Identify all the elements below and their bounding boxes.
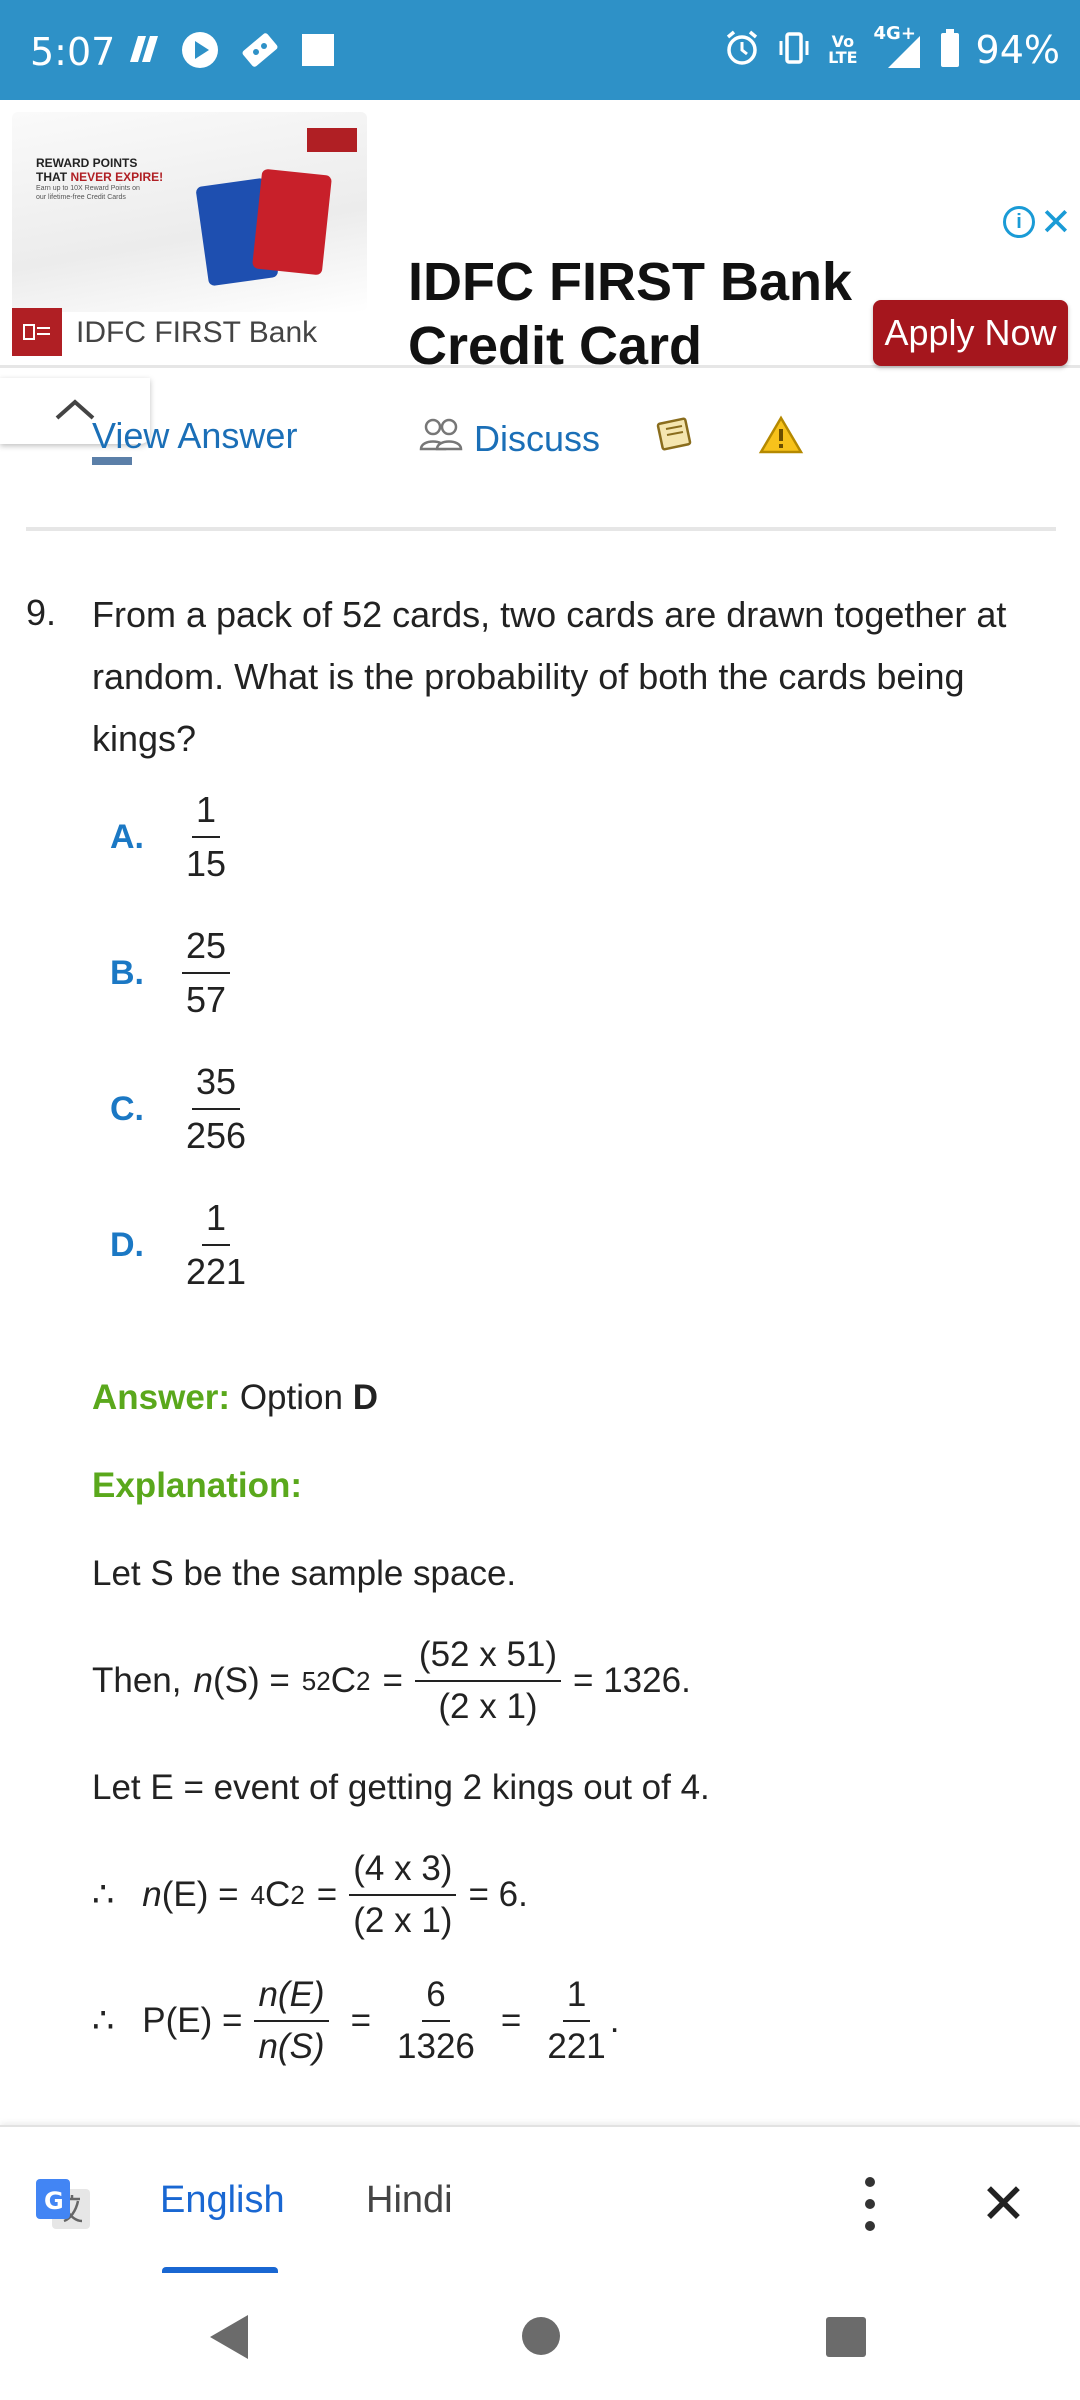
question-number: 9. bbox=[26, 592, 57, 633]
tab-hindi[interactable]: Hindi bbox=[366, 2179, 453, 2222]
recents-icon[interactable] bbox=[826, 2317, 866, 2357]
option-fraction: 35 256 bbox=[186, 1061, 247, 1156]
discuss-link[interactable]: Discuss bbox=[418, 415, 600, 462]
option-fraction: 25 57 bbox=[182, 924, 231, 1022]
option-b[interactable]: B. 25 57 bbox=[110, 924, 231, 1022]
combination-fraction: (52 x 51) (2 x 1) bbox=[414, 1634, 562, 1728]
play-icon bbox=[180, 30, 220, 70]
probability-fraction-1: n(E) n(S) bbox=[254, 1974, 329, 2068]
notebook-icon[interactable] bbox=[654, 415, 696, 453]
explanation-line-1: Let S be the sample space. bbox=[92, 1554, 517, 1593]
probability-fraction-2: 6 1326 bbox=[397, 1975, 475, 2066]
view-answer-icon bbox=[92, 457, 132, 465]
ad-image-subtitle: Earn up to 10X Reward Points on our life… bbox=[36, 185, 140, 201]
view-answer-label: View Answer bbox=[92, 415, 298, 456]
svg-text:G: G bbox=[44, 2187, 64, 2215]
warning-icon[interactable] bbox=[758, 415, 804, 455]
question-actions: View Answer Discuss bbox=[0, 415, 1080, 475]
answer-value: D bbox=[352, 1378, 378, 1417]
back-icon[interactable] bbox=[210, 2315, 248, 2359]
explanation-line-3: Let E = event of getting 2 kings out of … bbox=[92, 1768, 710, 1807]
translate-bar: G English Hindi ✕ bbox=[0, 2125, 1080, 2275]
ad-info-icon[interactable]: i bbox=[1003, 206, 1035, 238]
status-right-group: Vo LTE 4G+ 94% bbox=[724, 25, 1060, 72]
tab-english[interactable]: English bbox=[160, 2179, 285, 2222]
explanation-line-2: Then, n (S) = 52 C 2 = (52 x 51) (2 x 1)… bbox=[92, 1634, 691, 1728]
apply-now-button[interactable]: Apply Now bbox=[873, 300, 1068, 366]
more-options-icon[interactable] bbox=[860, 2177, 880, 2231]
status-time: 5:07 bbox=[30, 30, 116, 74]
explanation-line-5: ∴ P(E) = n(E) n(S) = 6 1326 = 1 221 . bbox=[92, 1974, 620, 2068]
ad-image[interactable]: REWARD POINTS THAT NEVER EXPIRE! Earn up… bbox=[12, 112, 367, 392]
app-notification-icon bbox=[122, 30, 162, 70]
option-c[interactable]: C. 35 256 bbox=[110, 1060, 250, 1158]
option-letter: A. bbox=[110, 817, 144, 856]
alarm-icon bbox=[724, 29, 760, 71]
google-translate-icon[interactable]: G bbox=[34, 2177, 92, 2235]
ad-image-logo bbox=[307, 128, 357, 152]
battery-icon bbox=[940, 29, 960, 71]
answer-label: Answer: bbox=[92, 1378, 231, 1417]
option-letter: C. bbox=[110, 1089, 144, 1128]
ad-close-icon[interactable]: ✕ bbox=[1040, 200, 1072, 245]
event-fraction: (4 x 3) (2 x 1) bbox=[349, 1848, 457, 1942]
option-fraction: 1 221 bbox=[186, 1197, 247, 1292]
red-card bbox=[251, 168, 333, 276]
signal-icon: 4G+ bbox=[874, 25, 924, 70]
advertiser-logo bbox=[12, 308, 62, 356]
status-bar: 5:07 Vo LTE 4G+ 94% bbox=[0, 0, 1080, 100]
battery-percentage: 94% bbox=[975, 28, 1060, 72]
option-fraction: 1 15 bbox=[186, 789, 227, 884]
explanation-line-4: ∴ n (E) = 4 C 2 = (4 x 3) (2 x 1) = 6. bbox=[92, 1848, 528, 1942]
ad-headline[interactable]: IDFC FIRST Bank Credit Card bbox=[408, 250, 868, 378]
answer-line: Answer: Option D bbox=[92, 1378, 378, 1418]
system-nav-bar bbox=[0, 2273, 1080, 2400]
people-icon bbox=[418, 415, 464, 462]
vibrate-icon bbox=[776, 30, 812, 70]
close-translate-icon[interactable]: ✕ bbox=[980, 2171, 1027, 2237]
advertiser-name: IDFC FIRST Bank bbox=[76, 316, 318, 349]
volte-indicator: Vo LTE bbox=[828, 32, 858, 67]
ad-banner[interactable]: REWARD POINTS THAT NEVER EXPIRE! Earn up… bbox=[0, 100, 1080, 376]
square-notification-icon bbox=[300, 30, 336, 70]
question-text: From a pack of 52 cards, two cards are d… bbox=[92, 594, 1007, 759]
home-icon[interactable] bbox=[522, 2317, 560, 2355]
ticket-icon bbox=[238, 30, 282, 70]
ad-image-background: REWARD POINTS THAT NEVER EXPIRE! Earn up… bbox=[12, 112, 367, 312]
discuss-label: Discuss bbox=[474, 417, 601, 459]
explanation-label: Explanation: bbox=[92, 1466, 303, 1505]
answer-prefix: Option bbox=[239, 1378, 343, 1417]
option-d[interactable]: D. 1 221 bbox=[110, 1196, 250, 1294]
option-a[interactable]: A. 1 15 bbox=[110, 788, 230, 886]
option-letter: D. bbox=[110, 1225, 144, 1264]
probability-fraction-3: 1 221 bbox=[547, 1975, 606, 2066]
ad-image-title: REWARD POINTS THAT NEVER EXPIRE! bbox=[36, 156, 164, 184]
section-divider bbox=[26, 527, 1056, 531]
option-letter: B. bbox=[110, 953, 144, 992]
view-answer-link[interactable]: View Answer bbox=[92, 415, 297, 457]
